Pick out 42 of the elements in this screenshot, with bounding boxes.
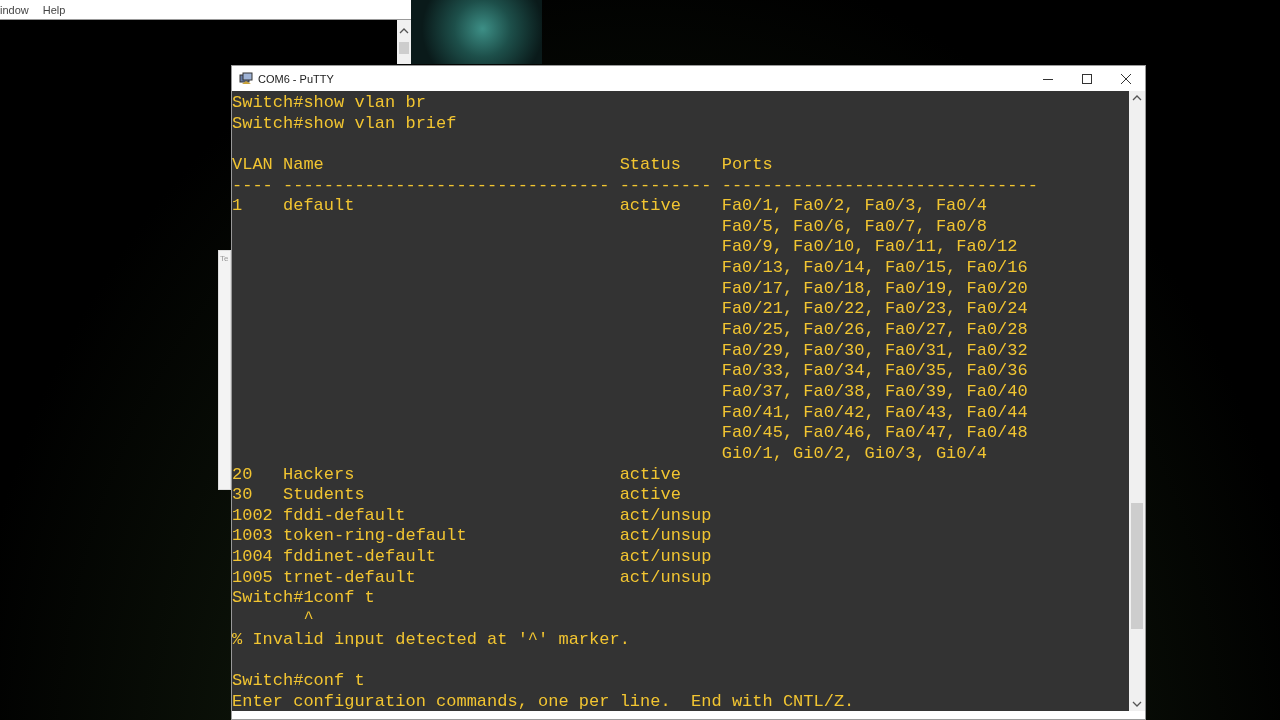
terminal-line: Fa0/21, Fa0/22, Fa0/23, Fa0/24: [720, 299, 1029, 321]
scrollbar-thumb[interactable]: [1131, 503, 1143, 629]
terminal-line: Switch#show vlan br: [232, 93, 427, 114]
terminal-line: Fa0/9, Fa0/10, Fa0/11, Fa0/12: [720, 237, 1019, 259]
computer-icon: [239, 71, 253, 86]
terminal-line: Switch#1conf t: [232, 588, 376, 609]
terminal-line: Fa0/17, Fa0/18, Fa0/19, Fa0/20: [720, 278, 1029, 300]
terminal-line: Fa0/45, Fa0/46, Fa0/47, Fa0/48: [720, 423, 1029, 444]
menu-item[interactable]: Help: [42, 3, 66, 16]
terminal-line: 1 default active Fa0/1, Fa0/2, Fa0/3, Fa0/4: [232, 196, 988, 217]
terminal-line: Enter configuration commands, one per line. End with CNTL/Z.: [232, 691, 856, 711]
maximize-icon: [1081, 73, 1092, 84]
menu-item[interactable]: indow: [0, 3, 29, 16]
terminal-line: Switch#conf t: [232, 670, 366, 692]
terminal-line: Fa0/29, Fa0/30, Fa0/31, Fa0/32: [720, 340, 1029, 362]
terminal-line: 30 Students active: [232, 485, 682, 506]
terminal-line: Fa0/37, Fa0/38, Fa0/39, Fa0/40: [720, 381, 1029, 403]
scrollbar-thumb[interactable]: [399, 42, 409, 54]
terminal-line: Fa0/13, Fa0/14, Fa0/15, Fa0/16: [720, 258, 1029, 279]
close-icon: [1120, 73, 1131, 84]
terminal-line: 1004 fddinet-default act/unsup: [232, 547, 713, 568]
terminal-line: ---- -------------------------------- --------- -------------------------------: [232, 175, 1039, 197]
terminal-line: Fa0/33, Fa0/34, Fa0/35, Fa0/36: [720, 361, 1029, 382]
terminal-line: Fa0/25, Fa0/26, Fa0/27, Fa0/28: [720, 320, 1029, 341]
terminal-line: Gi0/1, Gi0/2, Gi0/3, Gi0/4: [720, 443, 988, 465]
chevron-down-icon: [1132, 701, 1142, 707]
scrollbar[interactable]: [397, 20, 411, 64]
terminal-line: % Invalid input detected at '^' marker.: [232, 629, 631, 651]
terminal-line: ^: [302, 609, 315, 630]
chevron-up-icon: [399, 28, 409, 34]
terminal-line: 1003 token-ring-default act/unsup: [232, 526, 713, 548]
terminal-line: Switch#show vlan brief: [232, 113, 458, 135]
chevron-up-icon: [1132, 95, 1142, 101]
terminal-line: 1005 trnet-default act/unsup: [232, 567, 713, 589]
terminal-line: VLAN Name Status Ports: [232, 154, 774, 176]
terminal-line: Fa0/41, Fa0/42, Fa0/43, Fa0/44: [720, 402, 1029, 424]
scrollbar[interactable]: [1129, 91, 1145, 711]
terminal-line: 20 Hackers active: [232, 464, 682, 486]
panel-label: Te: [219, 253, 230, 263]
terminal-line: 1002 fddi-default act/unsup: [232, 505, 713, 527]
terminal-line: Fa0/5, Fa0/6, Fa0/7, Fa0/8: [720, 216, 988, 238]
window-title: COM6 - PuTTY: [258, 72, 335, 85]
